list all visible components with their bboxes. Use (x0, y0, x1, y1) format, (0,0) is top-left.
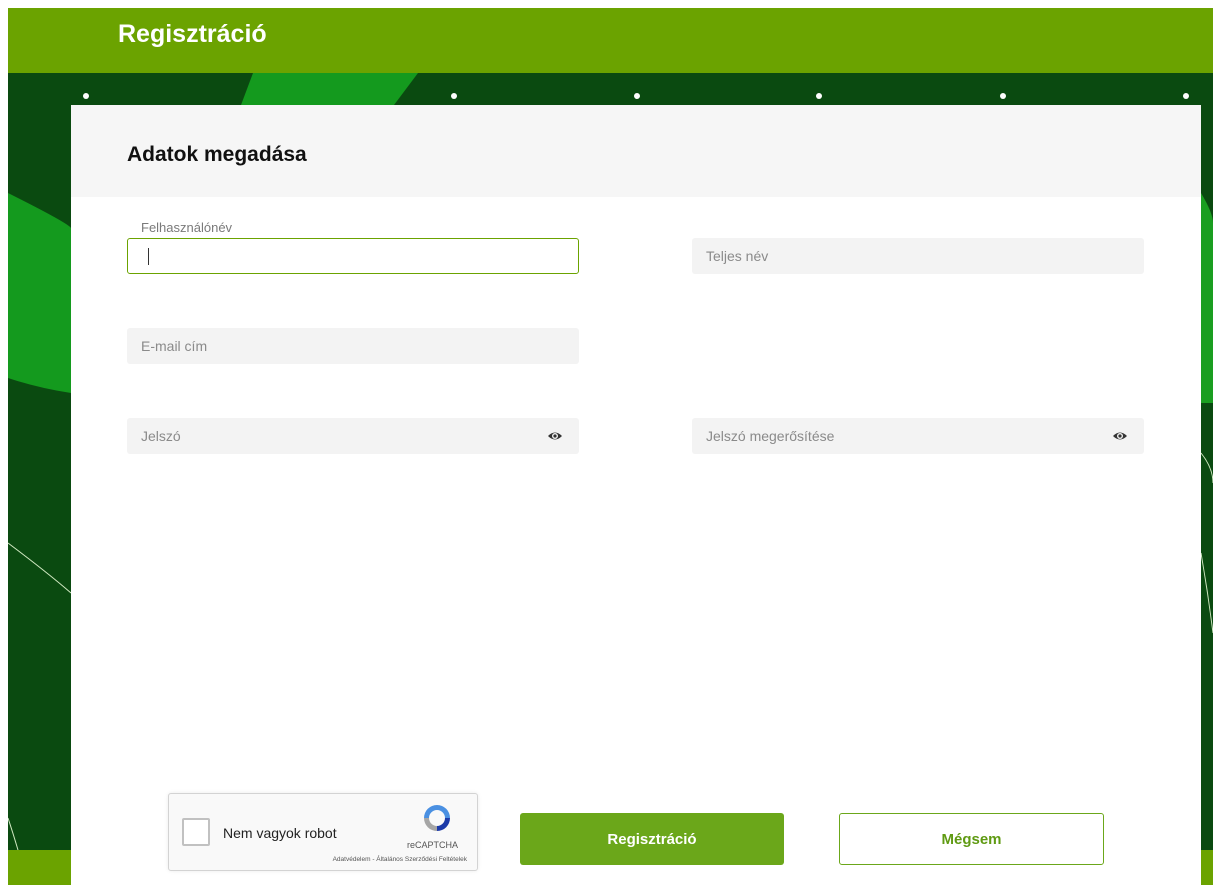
page-background: Regisztráció Adatok megadása Felhasználó… (8, 8, 1213, 885)
recaptcha-widget: Nem vagyok robot reCAPTCHA Adatvédelem -… (168, 793, 478, 871)
card-title: Adatok megadása (127, 143, 307, 166)
username-field[interactable] (127, 238, 579, 274)
recaptcha-label: Nem vagyok robot (223, 825, 337, 841)
top-bar: Regisztráció (8, 8, 1213, 73)
password-confirm-field[interactable] (692, 418, 1144, 454)
registration-card: Adatok megadása Felhasználónév Teljes né… (71, 105, 1201, 885)
recaptcha-icon (424, 805, 450, 831)
email-input[interactable] (127, 328, 579, 364)
password-input[interactable] (127, 418, 579, 454)
email-field[interactable] (127, 328, 579, 364)
fullname-field[interactable] (692, 238, 1144, 274)
password-confirm-input[interactable] (692, 418, 1144, 454)
eye-icon[interactable] (1112, 429, 1128, 443)
recaptcha-checkbox[interactable] (182, 818, 210, 846)
eye-icon[interactable] (547, 429, 563, 443)
password-field[interactable] (127, 418, 579, 454)
recaptcha-brand: reCAPTCHA (407, 840, 459, 850)
fullname-input[interactable] (692, 238, 1144, 274)
card-header: Adatok megadása (71, 105, 1201, 197)
username-input[interactable] (128, 239, 578, 273)
page-title: Regisztráció (118, 20, 267, 48)
register-button[interactable]: Regisztráció (520, 813, 784, 865)
cancel-button[interactable]: Mégsem (839, 813, 1104, 865)
text-caret (148, 248, 149, 265)
recaptcha-links[interactable]: Adatvédelem - Általános Szerződési Felté… (333, 856, 467, 863)
username-label: Felhasználónév (141, 220, 233, 235)
